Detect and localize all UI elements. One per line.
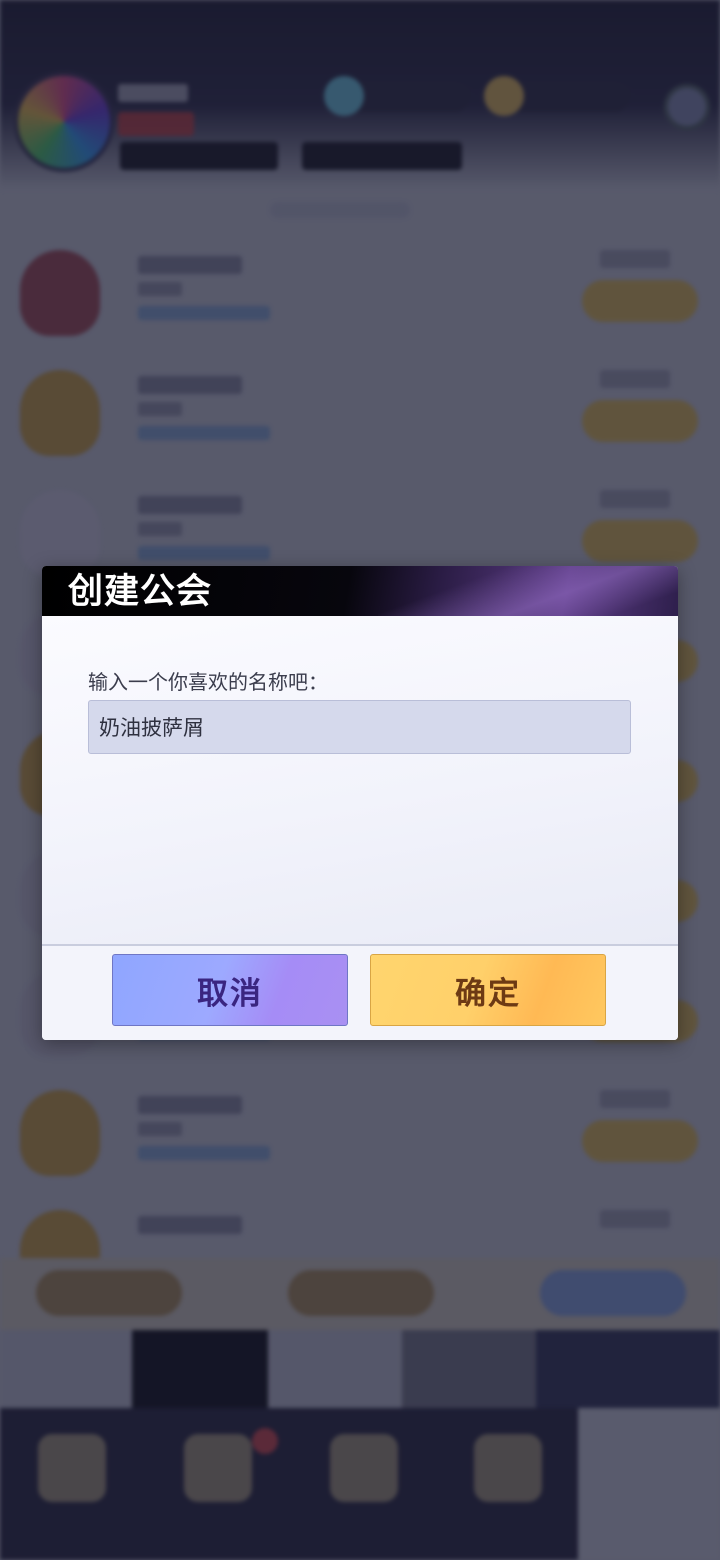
create-guild-dialog: 创建公会 输入一个你喜欢的名称吧： 取消 确定 bbox=[42, 566, 678, 1040]
name-prompt: 输入一个你喜欢的名称吧： bbox=[88, 670, 328, 694]
dialog-title: 创建公会 bbox=[68, 571, 213, 612]
cancel-button[interactable]: 取消 bbox=[112, 954, 348, 1026]
dialog-footer: 取消 确定 bbox=[42, 946, 678, 1040]
guild-name-input[interactable] bbox=[88, 700, 631, 754]
dialog-body bbox=[42, 616, 678, 944]
dialog-header: 创建公会 bbox=[42, 566, 678, 616]
confirm-button[interactable]: 确定 bbox=[370, 954, 606, 1026]
